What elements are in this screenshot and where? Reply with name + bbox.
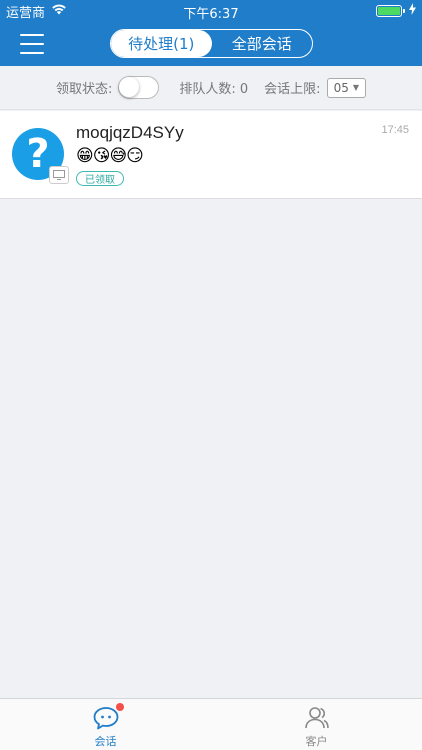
- notification-dot: [115, 703, 124, 711]
- status-right: [376, 3, 416, 19]
- customers-icon: [303, 705, 331, 731]
- monitor-icon: [49, 166, 69, 184]
- chat-bubble-icon: [92, 703, 124, 731]
- status-bar: 运营商 下午6:37: [0, 0, 422, 22]
- chevron-down-icon: ▼: [352, 83, 359, 92]
- avatar-glyph: ?: [26, 131, 50, 177]
- tab-customers-label: 客户: [305, 735, 328, 748]
- tab-sessions-label: 会话: [94, 735, 117, 748]
- claim-status-toggle[interactable]: [118, 76, 160, 99]
- status-badge: 已领取: [76, 171, 124, 186]
- session-limit-label: 会话上限:: [264, 82, 321, 97]
- tab-sessions[interactable]: 会话: [0, 699, 211, 750]
- status-left: 运营商: [6, 2, 67, 21]
- session-limit-value: 05: [333, 80, 349, 95]
- tab-bar: 会话 客户: [0, 698, 422, 750]
- visitor-name: moqjqzD4SYy: [76, 123, 184, 142]
- filter-bar: 领取状态: 排队人数: 0 会话上限: 05 ▼: [0, 66, 422, 110]
- tab-all-sessions[interactable]: 全部会话: [212, 30, 313, 57]
- session-time: 17:45: [381, 124, 409, 136]
- tab-customers[interactable]: 客户: [211, 699, 422, 750]
- tab-pending[interactable]: 待处理(1): [111, 30, 212, 57]
- last-message: 😁😘😅😏: [76, 146, 144, 166]
- session-list-item[interactable]: ? moqjqzD4SYy 😁😘😅😏 已领取 17:45: [0, 111, 422, 199]
- carrier-label: 运营商: [6, 5, 46, 21]
- menu-icon[interactable]: [20, 34, 44, 54]
- session-limit-select[interactable]: 05 ▼: [326, 77, 366, 98]
- wifi-icon: [51, 3, 67, 19]
- queue-count-label: 排队人数: 0: [179, 82, 249, 97]
- charging-icon: [409, 3, 416, 19]
- battery-icon: [376, 5, 405, 17]
- nav-header: 待处理(1) 全部会话: [0, 22, 422, 66]
- segmented-control: 待处理(1) 全部会话: [110, 29, 313, 58]
- claim-status-label: 领取状态:: [55, 82, 113, 97]
